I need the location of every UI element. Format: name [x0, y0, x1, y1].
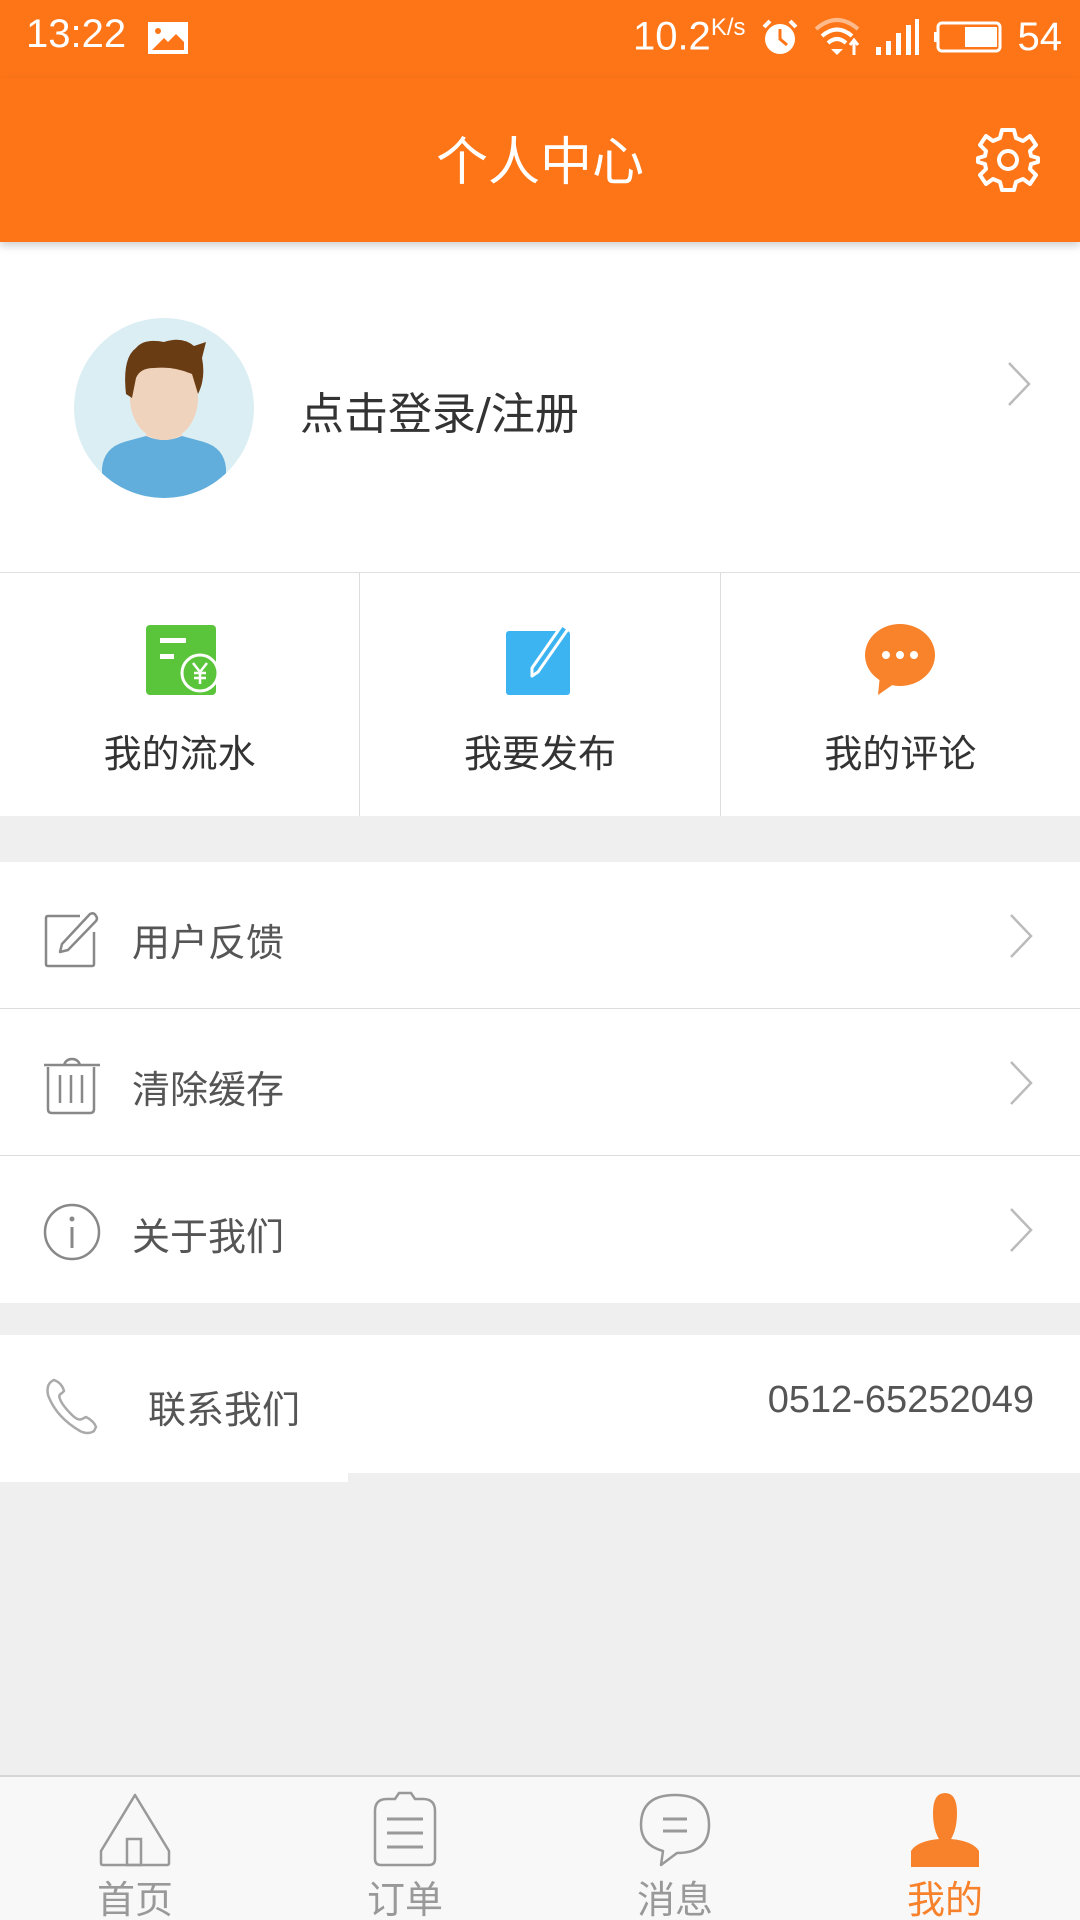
- quick-action-publish[interactable]: 我要发布: [360, 573, 721, 816]
- contact-phone-number[interactable]: 0512-65252049: [768, 1379, 1034, 1422]
- quick-action-label: 我要发布: [463, 732, 616, 776]
- gear-icon[interactable]: [974, 126, 1042, 194]
- wifi-icon: [814, 18, 859, 55]
- tab-me[interactable]: 我的: [810, 1777, 1080, 1920]
- status-time: 13:22: [26, 12, 127, 56]
- battery-icon: [933, 21, 1001, 53]
- menu-item-label: 清除缓存: [132, 1068, 285, 1112]
- person-icon: [911, 1793, 979, 1867]
- network-speed: 10.2K/s: [633, 14, 746, 59]
- avatar[interactable]: [74, 318, 254, 498]
- page-title: 个人中心: [435, 133, 644, 193]
- edit-publish-icon: [505, 623, 570, 695]
- tab-label: 首页: [96, 1878, 173, 1920]
- status-indicators: 10.2K/s 54: [633, 12, 1062, 62]
- tab-label: 我的: [906, 1878, 983, 1920]
- tab-home[interactable]: 首页: [0, 1777, 270, 1920]
- menu-item-feedback[interactable]: 用户反馈: [0, 862, 1080, 1009]
- bottom-tab-bar: 首页 订单 消息 我的: [0, 1775, 1080, 1920]
- tab-messages[interactable]: 消息: [540, 1777, 810, 1920]
- tab-label: 订单: [366, 1878, 443, 1920]
- battery-percent: 54: [1017, 14, 1063, 59]
- feedback-edit-icon: [44, 912, 99, 968]
- bill-yuan-icon: [145, 625, 218, 695]
- contact-us-row[interactable]: 联系我们 0512-65252049: [0, 1335, 1080, 1473]
- comment-bubble-icon: [865, 624, 936, 695]
- network-speed-value: 10.2: [632, 14, 711, 59]
- contact-label: 联系我们: [148, 1388, 301, 1432]
- phone-icon: [46, 1378, 98, 1435]
- image-icon: [148, 22, 188, 54]
- alarm-icon: [762, 19, 797, 54]
- quick-actions: 我的流水 我要发布 我的评论: [0, 573, 1080, 816]
- status-bar: 13:22 10.2K/s 54: [0, 0, 1080, 78]
- chevron-right-icon: [1010, 1061, 1033, 1105]
- menu-item-clear-cache[interactable]: 清除缓存: [0, 1009, 1080, 1156]
- app-header: 个人中心: [0, 78, 1080, 242]
- message-icon: [639, 1793, 711, 1867]
- quick-action-label: 我的流水: [103, 732, 256, 776]
- quick-action-my-bills[interactable]: 我的流水: [0, 573, 361, 816]
- settings-menu: 用户反馈 清除缓存 关于我们: [0, 862, 1080, 1303]
- home-icon: [99, 1793, 171, 1867]
- login-profile-row[interactable]: 点击登录/注册: [0, 242, 1080, 573]
- quick-action-label: 我的评论: [824, 732, 977, 776]
- chevron-right-icon: [1008, 362, 1031, 406]
- network-speed-unit: K/s: [710, 14, 746, 42]
- signal-icon: [875, 19, 919, 55]
- trash-icon: [44, 1057, 100, 1115]
- info-icon: [43, 1203, 101, 1261]
- menu-item-label: 关于我们: [132, 1215, 285, 1259]
- chevron-right-icon: [1010, 1208, 1033, 1252]
- default-avatar-icon: [102, 339, 226, 498]
- contact-row-edge: [0, 1473, 348, 1482]
- clipboard-icon: [373, 1791, 437, 1867]
- login-register-link[interactable]: 点击登录/注册: [300, 378, 579, 442]
- chevron-right-icon: [1010, 914, 1033, 958]
- menu-item-about-us[interactable]: 关于我们: [0, 1156, 1080, 1303]
- menu-item-label: 用户反馈: [132, 921, 285, 965]
- tab-label: 消息: [636, 1878, 713, 1920]
- tab-orders[interactable]: 订单: [270, 1777, 540, 1920]
- quick-action-my-comments[interactable]: 我的评论: [721, 573, 1080, 816]
